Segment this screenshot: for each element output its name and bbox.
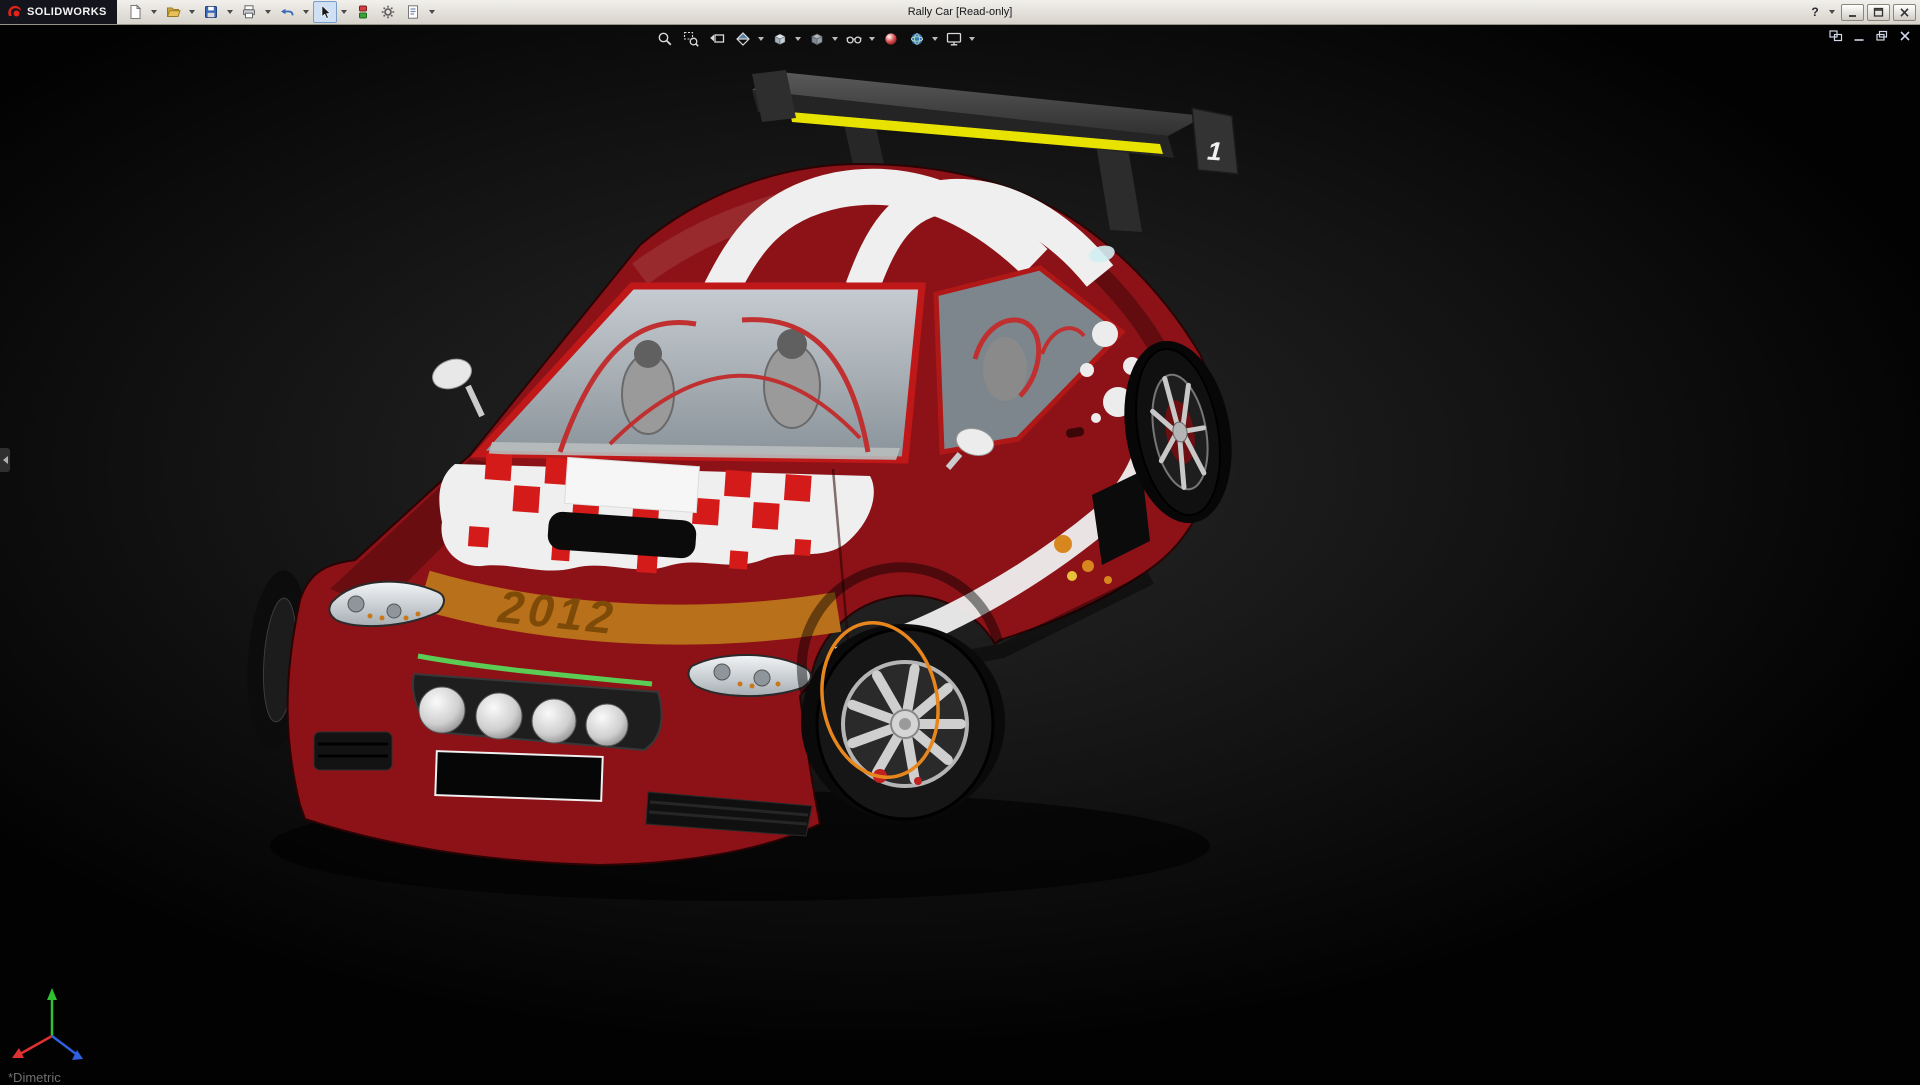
- document-title: Rally Car [Read-only]: [908, 6, 1013, 18]
- dropdown-caret-icon[interactable]: [227, 10, 233, 14]
- driving-light: [532, 699, 576, 743]
- new-document-icon: [127, 4, 143, 20]
- close-doc-button[interactable]: [1895, 28, 1914, 44]
- view-orientation-button[interactable]: [767, 27, 792, 51]
- panel-collapse-tab[interactable]: [0, 448, 10, 472]
- window-controls: ?: [1807, 4, 1920, 21]
- driving-light: [476, 693, 522, 739]
- driving-light: [419, 687, 465, 733]
- undo-button[interactable]: [275, 1, 299, 23]
- rally-car-model[interactable]: 1: [242, 70, 1245, 901]
- previous-view-button[interactable]: [704, 27, 729, 51]
- zoom-to-area-icon: [682, 30, 700, 48]
- dropdown-caret-icon[interactable]: [189, 10, 195, 14]
- dropdown-caret-icon[interactable]: [341, 10, 347, 14]
- minimize-doc-button[interactable]: [1849, 28, 1868, 44]
- dropdown-caret-icon[interactable]: [758, 37, 764, 41]
- hide-show-items-button[interactable]: [841, 27, 866, 51]
- view-settings-button[interactable]: [941, 27, 966, 51]
- collapse-arrow-icon: [3, 456, 8, 464]
- zoom-to-fit-button[interactable]: [652, 27, 677, 51]
- dropdown-caret-icon[interactable]: [303, 10, 309, 14]
- open-icon: [165, 4, 181, 20]
- ds-logo-icon: [6, 4, 22, 20]
- graphics-area[interactable]: 1: [0, 24, 1920, 1080]
- minimize-doc-icon: [1852, 30, 1866, 42]
- new-document-button[interactable]: [123, 1, 147, 23]
- dropdown-caret-icon[interactable]: [932, 37, 938, 41]
- bumper-intake-left: [314, 732, 392, 770]
- view-settings-icon: [945, 30, 963, 48]
- headsup-view-toolbar: [652, 27, 977, 51]
- triad-x-axis: [20, 1036, 52, 1054]
- save-icon: [203, 4, 219, 20]
- model-scene[interactable]: 1: [0, 24, 1920, 1080]
- previous-view-icon: [708, 30, 726, 48]
- minimize-icon: [1846, 7, 1859, 18]
- view-orientation-label: *Dimetric: [8, 1070, 61, 1085]
- print-button[interactable]: [237, 1, 261, 23]
- edit-appearance-button[interactable]: [878, 27, 903, 51]
- zoom-to-area-button[interactable]: [678, 27, 703, 51]
- minimize-button[interactable]: [1841, 4, 1864, 21]
- triad-z-axis: [52, 1036, 76, 1054]
- headlight-right[interactable]: [689, 655, 811, 696]
- display-style-button[interactable]: [804, 27, 829, 51]
- dropdown-caret-icon[interactable]: [151, 10, 157, 14]
- dropdown-caret-icon[interactable]: [265, 10, 271, 14]
- undo-icon: [279, 4, 295, 20]
- help-button[interactable]: ?: [1807, 4, 1823, 20]
- apply-scene-icon: [908, 30, 926, 48]
- titlebar: SOLIDWORKS: [0, 0, 1920, 25]
- rebuild-icon: [355, 4, 371, 20]
- maximize-icon: [1872, 7, 1885, 18]
- close-icon: [1898, 7, 1911, 18]
- view-orientation-icon: [771, 30, 789, 48]
- wing-number: 1: [1206, 136, 1223, 167]
- maximize-button[interactable]: [1867, 4, 1890, 21]
- rebuild-button[interactable]: [351, 1, 375, 23]
- save-button[interactable]: [199, 1, 223, 23]
- front-wheel[interactable]: [801, 624, 1005, 820]
- restore-doc-icon: [1875, 30, 1889, 42]
- dropdown-caret-icon[interactable]: [969, 37, 975, 41]
- dropdown-caret-icon[interactable]: [869, 37, 875, 41]
- dropdown-caret-icon[interactable]: [832, 37, 838, 41]
- close-button[interactable]: [1893, 4, 1916, 21]
- file-properties-icon: [405, 4, 421, 20]
- solidworks-logo: SOLIDWORKS: [0, 0, 117, 24]
- apply-scene-button[interactable]: [904, 27, 929, 51]
- tile-windows-button[interactable]: [1826, 28, 1845, 44]
- section-view-button[interactable]: [730, 27, 755, 51]
- file-properties-button[interactable]: [401, 1, 425, 23]
- restore-doc-button[interactable]: [1872, 28, 1891, 44]
- select-cursor-icon: [317, 4, 333, 20]
- select-button[interactable]: [313, 1, 337, 23]
- edit-appearance-icon: [882, 30, 900, 48]
- options-icon: [380, 4, 396, 20]
- hood-decal-panel: [565, 457, 700, 512]
- valve-detail: [914, 777, 922, 785]
- document-window-controls: [1826, 28, 1914, 44]
- print-icon: [241, 4, 257, 20]
- tile-windows-icon: [1829, 30, 1843, 42]
- dropdown-caret-icon[interactable]: [429, 10, 435, 14]
- standard-toolbar: [123, 1, 438, 23]
- hide-show-items-icon: [845, 30, 863, 48]
- license-plate: [435, 751, 602, 801]
- open-button[interactable]: [161, 1, 185, 23]
- display-style-icon: [808, 30, 826, 48]
- zoom-to-fit-icon: [656, 30, 674, 48]
- close-doc-icon: [1898, 30, 1912, 42]
- section-view-icon: [734, 30, 752, 48]
- brand-text: SOLIDWORKS: [27, 6, 107, 18]
- dropdown-caret-icon[interactable]: [1829, 10, 1835, 14]
- orientation-triad: [12, 988, 83, 1060]
- mirror-left: [428, 354, 482, 416]
- driving-light: [586, 704, 628, 746]
- options-button[interactable]: [376, 1, 400, 23]
- dropdown-caret-icon[interactable]: [795, 37, 801, 41]
